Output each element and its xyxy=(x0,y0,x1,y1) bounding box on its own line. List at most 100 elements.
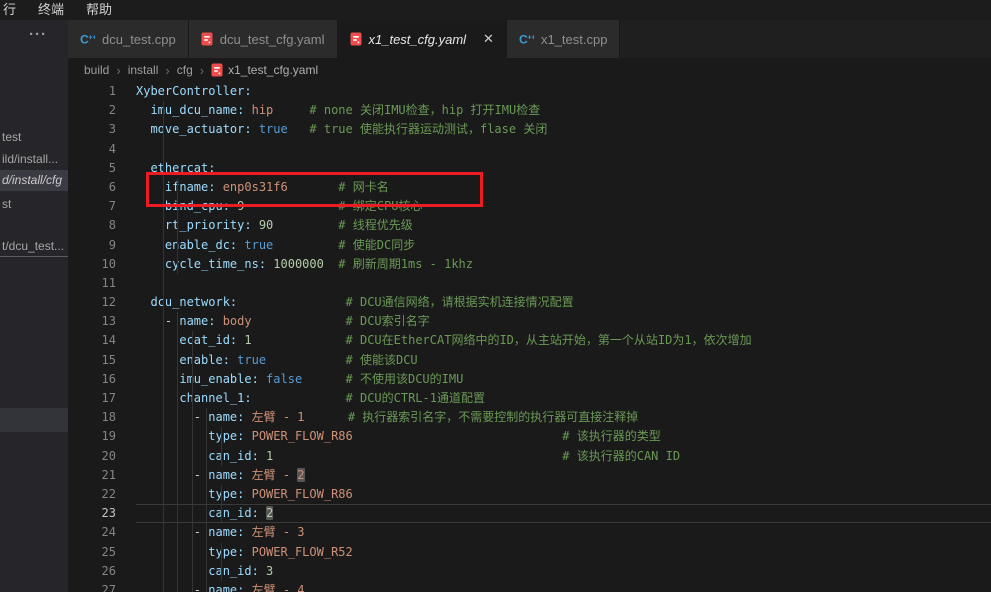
indent-guide xyxy=(177,543,178,562)
code-line[interactable]: ifname: enp0s31f6 # 网卡名 xyxy=(136,178,991,197)
code-line[interactable]: type: POWER_FLOW_R86 xyxy=(136,485,991,504)
breadcrumb-file[interactable]: x1_test_cfg.yaml xyxy=(211,63,318,77)
indent-guide xyxy=(177,197,178,216)
sidebar-item[interactable]: ild/install... xyxy=(0,149,68,170)
menu-item[interactable]: 终端 xyxy=(27,0,75,20)
indent-guide xyxy=(192,370,193,389)
indent-guide xyxy=(163,274,164,293)
code-line[interactable]: imu_dcu_name: hip # none 关闭IMU检查，hip 打开I… xyxy=(136,101,991,120)
indent-guide xyxy=(206,562,207,581)
breadcrumb-item[interactable]: cfg xyxy=(177,63,193,77)
code-line[interactable] xyxy=(136,274,991,293)
code-line[interactable]: XyberController: xyxy=(136,82,991,101)
tab-dcu_test.cpp[interactable]: C++dcu_test.cpp xyxy=(68,20,189,58)
more-actions-icon[interactable]: ··· xyxy=(29,26,47,43)
yaml-file-icon xyxy=(350,32,362,46)
tab-close-icon[interactable]: ✕ xyxy=(483,31,494,47)
yaml-file-icon xyxy=(201,32,213,46)
sidebar-extra-selected-row[interactable] xyxy=(0,408,68,432)
indent-guide xyxy=(163,408,164,427)
breadcrumb: build›install›cfg›x1_test_cfg.yaml xyxy=(68,58,991,82)
line-number: 13 xyxy=(68,312,116,331)
indent-guide xyxy=(163,351,164,370)
indent-guide xyxy=(192,581,193,592)
line-number: 8 xyxy=(68,216,116,235)
indent-guide xyxy=(163,140,164,159)
code-line[interactable]: ecat_id: 1 # DCU在EtherCAT网络中的ID，从主站开始，第一… xyxy=(136,331,991,350)
breadcrumb-item[interactable]: install xyxy=(128,63,159,77)
sidebar-item[interactable]: t/dcu_test... xyxy=(0,236,68,257)
indent-guide xyxy=(177,447,178,466)
code-line[interactable]: can_id: 2 xyxy=(136,504,991,523)
code-line[interactable]: dcu_network: # DCU通信网络，请根据实机连接情况配置 xyxy=(136,293,991,312)
menu-item[interactable]: 行 xyxy=(0,0,27,20)
indent-guide xyxy=(192,389,193,408)
line-number: 10 xyxy=(68,255,116,274)
code-line[interactable]: - name: 左臂 - 3 xyxy=(136,523,991,542)
indent-guide xyxy=(206,466,207,485)
code-line[interactable]: move_actuator: true # true 使能执行器运动测试，fla… xyxy=(136,120,991,139)
code-line[interactable]: - name: 左臂 - 2 xyxy=(136,466,991,485)
yaml-file-icon xyxy=(201,32,213,46)
tab-dcu_test_cfg.yaml[interactable]: dcu_test_cfg.yaml xyxy=(189,20,338,58)
indent-guide xyxy=(163,255,164,274)
code-line[interactable]: bind_cpu: 9 # 绑定CPU核心 xyxy=(136,197,991,216)
code-line[interactable]: channel_1: # DCU的CTRL-1通道配置 xyxy=(136,389,991,408)
code-line[interactable]: - name: 左臂 - 1 # 执行器索引名字，不需要控制的执行器可直接注释掉 xyxy=(136,408,991,427)
indent-guide xyxy=(163,331,164,350)
indent-guide xyxy=(177,466,178,485)
indent-guide xyxy=(163,447,164,466)
code-line[interactable] xyxy=(136,140,991,159)
indent-guide xyxy=(192,562,193,581)
code-line[interactable]: ethercat: xyxy=(136,159,991,178)
menu-item[interactable]: 帮助 xyxy=(75,0,123,20)
code-line[interactable]: imu_enable: false # 不使用该DCU的IMU xyxy=(136,370,991,389)
indent-guide xyxy=(163,101,164,120)
indent-guide xyxy=(163,389,164,408)
sidebar-item[interactable]: test xyxy=(0,127,68,148)
gutter: 1234567891011121314151617181920212223242… xyxy=(68,82,116,592)
yaml-file-icon xyxy=(350,32,362,46)
indent-guide xyxy=(221,485,222,504)
indent-guide xyxy=(177,389,178,408)
indent-guide xyxy=(163,581,164,592)
code-area[interactable]: XyberController: imu_dcu_name: hip # non… xyxy=(116,82,991,592)
sidebar-item[interactable]: st xyxy=(0,194,68,215)
line-number: 18 xyxy=(68,408,116,427)
indent-guide xyxy=(163,178,164,197)
indent-guide xyxy=(163,312,164,331)
breadcrumb-separator: › xyxy=(200,63,204,78)
indent-guide xyxy=(192,351,193,370)
indent-guide xyxy=(163,370,164,389)
sidebar-item[interactable]: d/install/cfg xyxy=(0,170,68,191)
code-line[interactable]: cycle_time_ns: 1000000 # 刷新周期1ms - 1khz xyxy=(136,255,991,274)
indent-guide xyxy=(163,523,164,542)
indent-guide xyxy=(221,562,222,581)
code-line[interactable]: enable: true # 使能该DCU xyxy=(136,351,991,370)
breadcrumb-separator: › xyxy=(116,63,120,78)
indent-guide xyxy=(177,255,178,274)
indent-guide xyxy=(163,216,164,235)
code-line[interactable]: enable_dc: true # 使能DC同步 xyxy=(136,236,991,255)
breadcrumb-file-name: x1_test_cfg.yaml xyxy=(228,63,318,77)
tab-x1_test_cfg.yaml[interactable]: x1_test_cfg.yaml✕ xyxy=(338,20,507,58)
indent-guide xyxy=(163,293,164,312)
line-number: 15 xyxy=(68,351,116,370)
indent-guide xyxy=(177,581,178,592)
line-number: 20 xyxy=(68,447,116,466)
code-line[interactable]: type: POWER_FLOW_R52 xyxy=(136,543,991,562)
indent-guide xyxy=(177,370,178,389)
indent-guide xyxy=(206,447,207,466)
code-line[interactable]: - name: 左臂 - 4 xyxy=(136,581,991,592)
indent-guide xyxy=(163,466,164,485)
code-line[interactable]: type: POWER_FLOW_R86 # 该执行器的类型 xyxy=(136,427,991,446)
breadcrumb-item[interactable]: build xyxy=(84,63,109,77)
code-line[interactable]: rt_priority: 90 # 线程优先级 xyxy=(136,216,991,235)
indent-guide xyxy=(206,427,207,446)
code-line[interactable]: can_id: 3 xyxy=(136,562,991,581)
code-line[interactable]: can_id: 1 # 该执行器的CAN ID xyxy=(136,447,991,466)
code-line[interactable]: - name: body # DCU索引名字 xyxy=(136,312,991,331)
menu-bar: 行终端帮助 xyxy=(0,0,991,20)
tab-x1_test.cpp[interactable]: C++x1_test.cpp xyxy=(507,20,621,58)
line-number: 14 xyxy=(68,331,116,350)
